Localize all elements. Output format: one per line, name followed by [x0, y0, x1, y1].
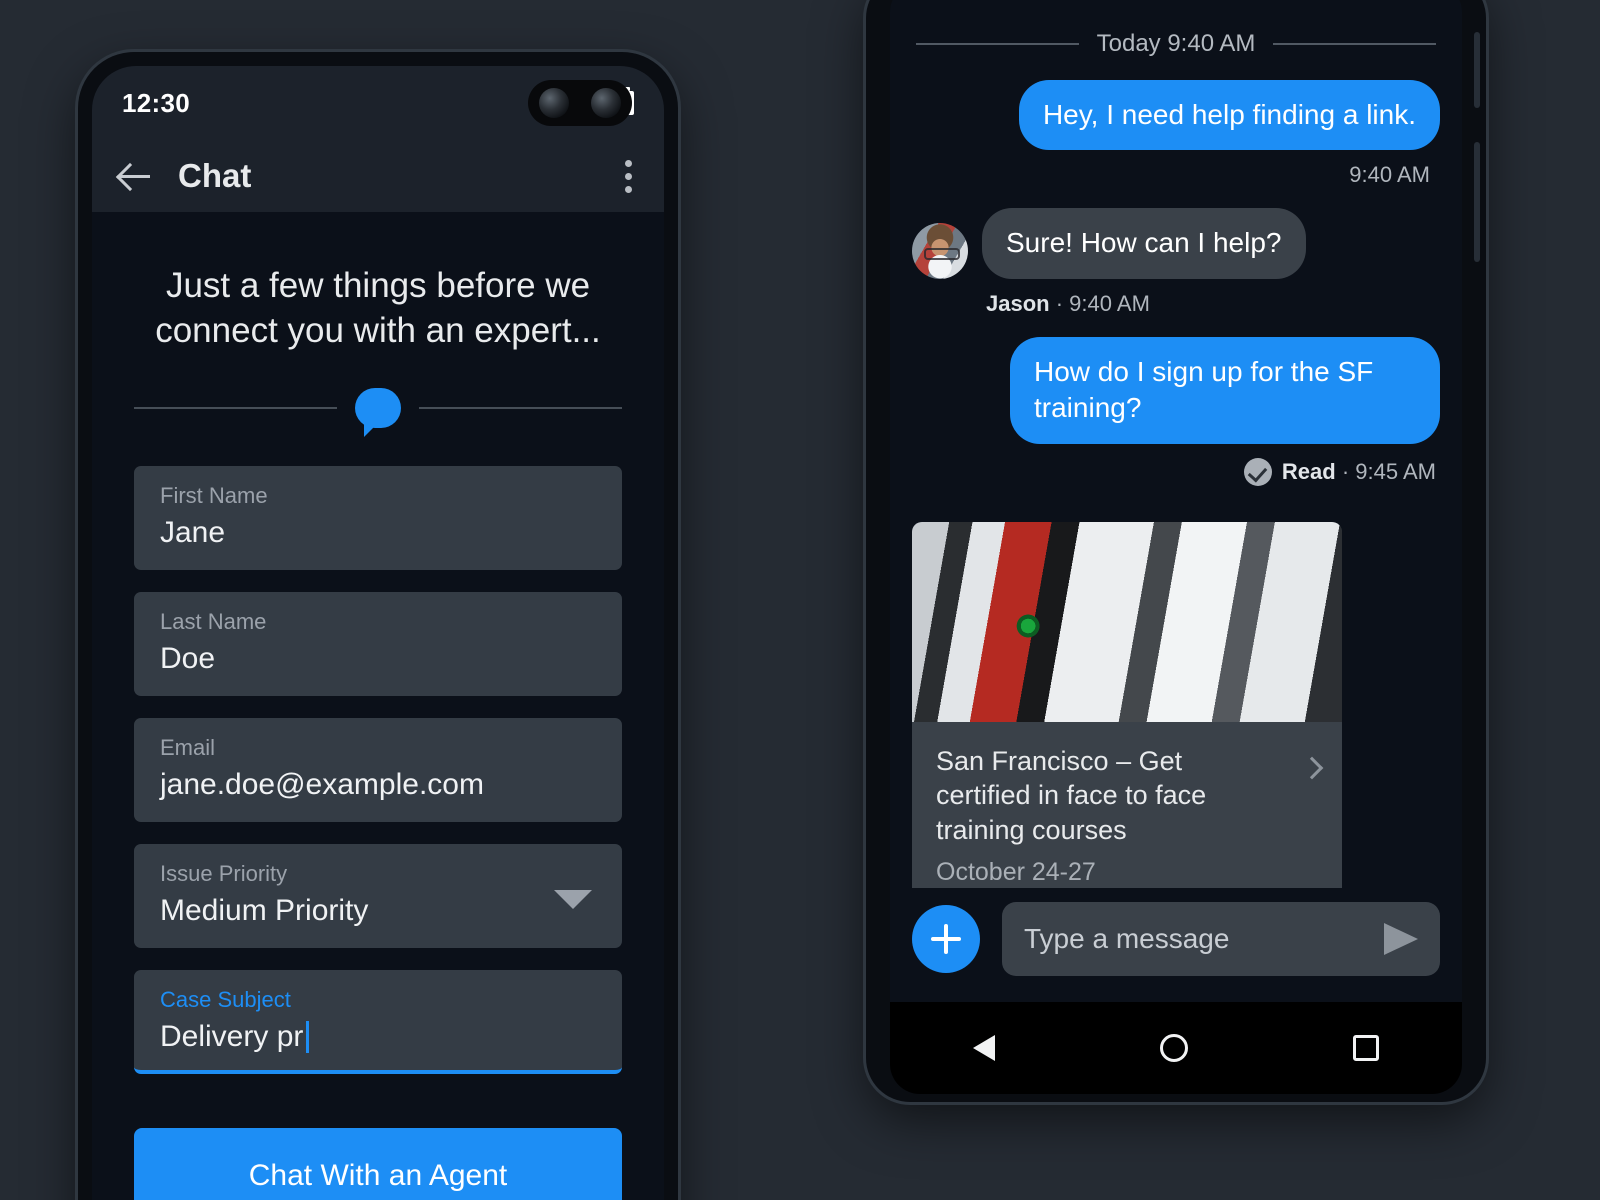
status-bar: 12:30 [92, 66, 664, 140]
chat-with-agent-button[interactable]: Chat With an Agent [134, 1127, 622, 1200]
first-name-input[interactable]: Jane [160, 516, 596, 550]
read-check-icon [1243, 457, 1272, 486]
field-first-name[interactable]: First Name Jane [134, 465, 622, 570]
day-separator-line-right [1273, 43, 1437, 45]
chat-message-list[interactable]: Today 9:40 AM Hey, I need help finding a… [890, 0, 1462, 888]
meta-separator: · [1341, 458, 1356, 484]
message-composer: Type a message [890, 888, 1462, 1002]
send-icon[interactable] [1384, 923, 1418, 955]
message-bubble[interactable]: How do I sign up for the SF training? [1010, 336, 1440, 444]
message-input[interactable]: Type a message [1002, 902, 1440, 976]
read-timestamp: 9:45 AM [1355, 458, 1436, 484]
prechat-form: First Name Jane Last Name Doe Email jane… [92, 428, 664, 1074]
message-row-outgoing: How do I sign up for the SF training? [912, 336, 1440, 444]
camera-lens-icon [591, 88, 621, 118]
read-status-label: Read [1281, 458, 1336, 484]
issue-priority-select[interactable]: Medium Priority [160, 894, 596, 928]
field-email[interactable]: Email jane.doe@example.com [134, 717, 622, 822]
message-timestamp: 9:40 AM [1069, 290, 1150, 316]
screenshot-stage: 12:30 Chat Just a few things before we c… [0, 0, 1600, 1200]
message-input-placeholder: Type a message [1024, 923, 1230, 954]
read-receipt: Read · 9:45 AM [912, 450, 1440, 508]
nav-home-icon[interactable] [1159, 1034, 1188, 1062]
field-label: Case Subject [160, 986, 291, 1012]
device-button-mute[interactable] [1474, 32, 1480, 108]
avatar [912, 222, 968, 279]
field-last-name[interactable]: Last Name Doe [134, 591, 622, 696]
camera-lens-icon [539, 88, 569, 118]
android-nav-bar [890, 1002, 1462, 1094]
chat-bubble-icon [355, 387, 401, 437]
form-headline: Just a few things before we connect you … [155, 266, 601, 350]
nav-recents-icon[interactable] [1353, 1035, 1380, 1061]
field-label: Last Name [160, 608, 267, 634]
back-arrow-icon[interactable] [118, 159, 152, 193]
link-preview-image [912, 521, 1342, 722]
app-bar: Chat [92, 140, 664, 212]
add-attachment-button[interactable] [912, 905, 980, 973]
punch-hole-camera [528, 80, 632, 126]
text-caret [306, 1020, 310, 1053]
day-separator-label: Today 9:40 AM [1096, 30, 1256, 57]
divider-line-left [134, 406, 337, 409]
read-receipt-text: Read · 9:45 AM [1282, 459, 1436, 485]
case-subject-input[interactable]: Delivery pr [160, 1020, 596, 1054]
divider [92, 354, 664, 437]
meta-separator: · [1055, 290, 1070, 316]
message-timestamp: 9:40 AM [1349, 162, 1430, 188]
field-label: First Name [160, 482, 268, 508]
message-row-link-card: San Francisco – Get certified in face to… [912, 508, 1440, 888]
last-name-input[interactable]: Doe [160, 642, 596, 676]
case-subject-value: Delivery pr [160, 1019, 304, 1053]
chevron-down-icon[interactable] [554, 889, 592, 909]
message-row-outgoing: Hey, I need help finding a link. [912, 80, 1440, 151]
email-field[interactable]: jane.doe@example.com [160, 768, 596, 802]
right-phone-screen: Today 9:40 AM Hey, I need help finding a… [890, 0, 1462, 1094]
left-phone-screen: 12:30 Chat Just a few things before we c… [92, 66, 664, 1200]
link-preview-date: October 24-27 [936, 858, 1096, 887]
link-preview-card[interactable]: San Francisco – Get certified in face to… [912, 521, 1342, 888]
divider-line-right [419, 406, 622, 409]
link-preview-body: San Francisco – Get certified in face to… [912, 722, 1342, 888]
link-preview-title: San Francisco – Get certified in face to… [936, 745, 1207, 845]
day-separator: Today 9:40 AM [912, 0, 1440, 80]
field-label: Issue Priority [160, 860, 288, 886]
kebab-menu-icon[interactable] [619, 154, 638, 199]
message-bubble[interactable]: Sure! How can I help? [982, 208, 1306, 279]
nav-back-icon[interactable] [972, 1035, 995, 1061]
day-separator-line-left [916, 43, 1079, 45]
message-sender-name: Jason [986, 290, 1050, 316]
left-phone-device: 12:30 Chat Just a few things before we c… [78, 52, 678, 1200]
message-row-incoming: Sure! How can I help? [912, 208, 1440, 279]
right-phone-device: Today 9:40 AM Hey, I need help finding a… [866, 0, 1486, 1102]
message-bubble[interactable]: Hey, I need help finding a link. [1018, 80, 1440, 151]
page-title: Chat [178, 157, 252, 194]
field-issue-priority[interactable]: Issue Priority Medium Priority [134, 843, 622, 948]
status-bar-time: 12:30 [122, 87, 190, 118]
field-label: Email [160, 734, 216, 760]
device-button-volume[interactable] [1474, 142, 1480, 262]
field-case-subject[interactable]: Case Subject Delivery pr [134, 969, 622, 1074]
message-sender-meta: Jason · 9:40 AM [912, 285, 1440, 337]
